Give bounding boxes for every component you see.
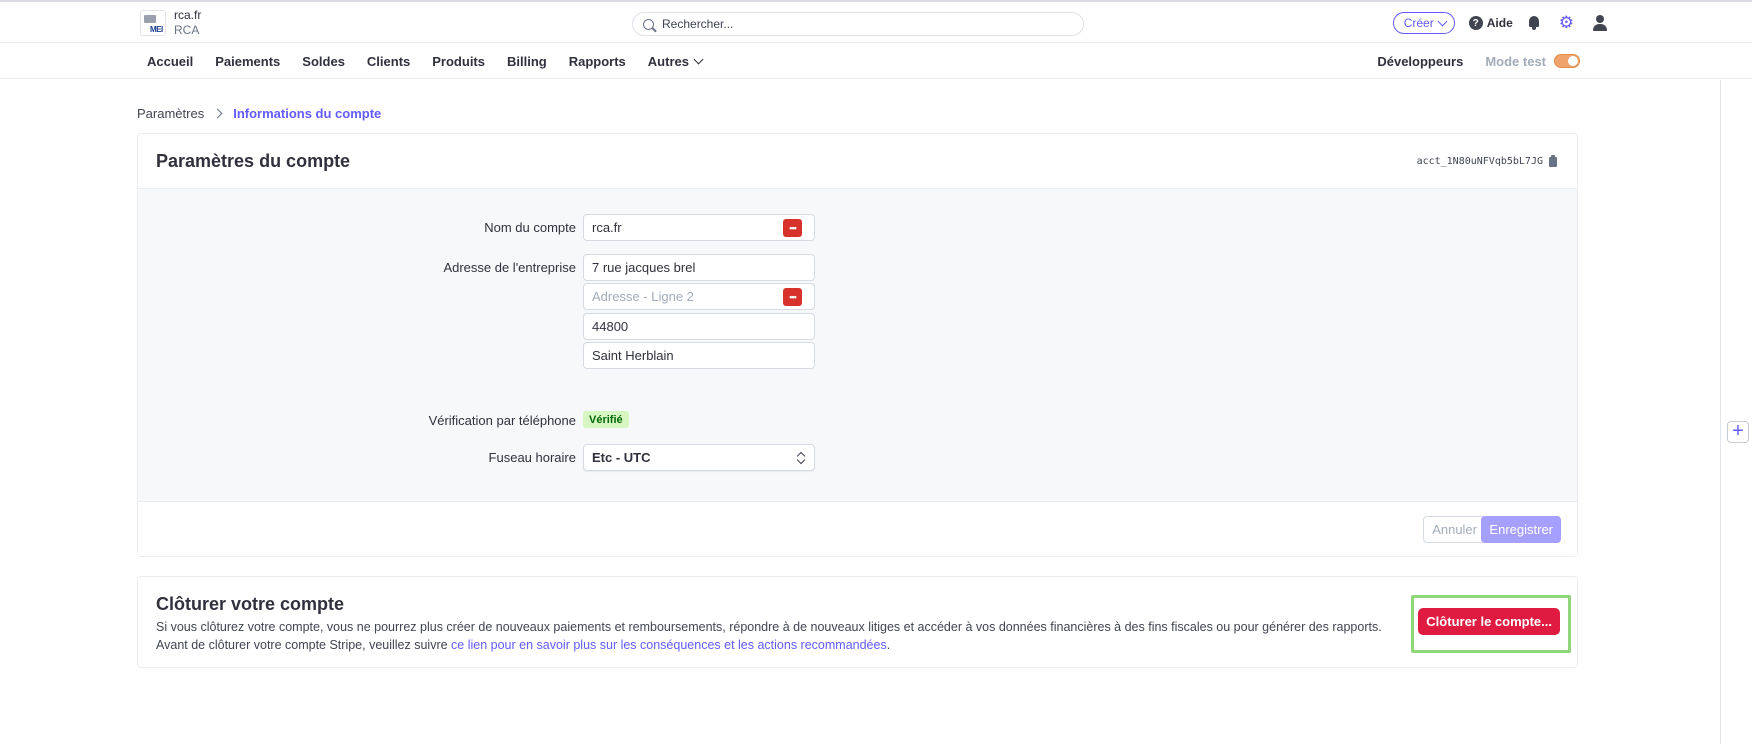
close-account-card: Clôturer votre compte Si vous clôturez v… — [137, 576, 1578, 668]
account-id-text: acct_1N80uNFVqb5bL7JG — [1416, 156, 1543, 167]
create-button[interactable]: Créer — [1392, 12, 1455, 34]
address-label: Adresse de l'entreprise — [443, 260, 576, 275]
nav-item-rapports[interactable]: Rapports — [569, 54, 626, 69]
clipboard-icon[interactable] — [1549, 154, 1557, 167]
nav-item-autres[interactable]: Autres — [647, 53, 704, 69]
top-bar: MEI rca.fr RCA Créer ? Aide ⚙ — [0, 0, 1752, 42]
nav-item-soldes[interactable]: Soldes — [302, 54, 345, 69]
help-label: Aide — [1486, 16, 1513, 30]
nav-item-accueil[interactable]: Accueil — [147, 54, 193, 69]
plus-icon[interactable]: + — [1727, 421, 1749, 443]
address-line2-input[interactable] — [592, 289, 772, 304]
developers-link[interactable]: Développeurs — [1377, 54, 1463, 69]
nav-item-autres-label: Autres — [647, 53, 689, 69]
page-title: Paramètres du compte — [156, 151, 351, 171]
timezone-value: Etc - UTC — [592, 450, 651, 465]
search-icon — [643, 18, 654, 30]
nav-item-billing[interactable]: Billing — [507, 54, 547, 69]
help-icon: ? — [1468, 16, 1483, 30]
close-account-text-end: . — [886, 638, 891, 652]
account-name-field[interactable]: ••• — [583, 214, 815, 241]
chevron-right-icon — [212, 108, 223, 119]
nav-item-produits[interactable]: Produits — [432, 54, 485, 69]
account-logo-text: MEI — [150, 25, 163, 34]
account-id[interactable]: acct_1N80uNFVqb5bL7JG — [1416, 154, 1557, 167]
account-name: rca.fr — [174, 8, 202, 22]
main-nav: Accueil Paiements Soldes Clients Produit… — [0, 42, 1752, 79]
search-input[interactable] — [662, 17, 1062, 31]
address-line1-field[interactable] — [583, 254, 815, 281]
settings-footer: Annuler Enregistrer — [138, 501, 1577, 556]
city-input[interactable] — [592, 348, 772, 363]
right-panel-divider — [1720, 80, 1721, 744]
account-switcher[interactable]: MEI rca.fr RCA — [140, 8, 201, 38]
nav-item-clients[interactable]: Clients — [367, 54, 410, 69]
close-account-button[interactable]: Clôturer le compte... — [1418, 608, 1560, 635]
account-name-label: Nom du compte — [484, 220, 576, 235]
account-logo: MEI — [140, 10, 166, 36]
breadcrumb-current[interactable]: Informations du compte — [233, 106, 381, 121]
postal-code-field[interactable] — [583, 313, 815, 340]
cancel-button[interactable]: Annuler — [1423, 516, 1486, 543]
close-account-description: Si vous clôturez votre compte, vous ne p… — [156, 618, 1386, 654]
breadcrumb: Paramètres Informations du compte — [137, 106, 381, 121]
postal-code-input[interactable] — [592, 319, 772, 334]
password-manager-icon[interactable]: ••• — [783, 288, 802, 306]
account-settings-card: Paramètres du compte acct_1N80uNFVqb5bL7… — [137, 133, 1578, 557]
phone-verification-label: Vérification par téléphone — [428, 413, 576, 428]
city-field[interactable] — [583, 342, 815, 369]
chevron-down-icon — [693, 54, 704, 64]
bell-icon[interactable] — [1527, 15, 1541, 31]
account-subname: RCA — [174, 23, 200, 37]
timezone-label: Fuseau horaire — [488, 450, 576, 465]
help-button[interactable]: ? Aide — [1468, 16, 1513, 30]
address-line1-input[interactable] — [592, 260, 772, 275]
test-mode-label: Mode test — [1485, 53, 1546, 69]
settings-form: Nom du compte ••• Adresse de l'entrepris… — [138, 189, 1577, 501]
breadcrumb-parent[interactable]: Paramètres — [137, 106, 204, 121]
address-line2-field[interactable]: ••• — [583, 283, 815, 310]
select-arrows-icon — [798, 452, 804, 464]
save-button[interactable]: Enregistrer — [1481, 516, 1561, 543]
nav-item-paiements[interactable]: Paiements — [215, 54, 280, 69]
timezone-select[interactable]: Etc - UTC — [583, 444, 815, 471]
gear-icon[interactable]: ⚙ — [1559, 14, 1574, 31]
user-icon[interactable] — [1592, 15, 1608, 31]
test-mode-toggle[interactable] — [1554, 54, 1580, 68]
create-button-label: Créer — [1403, 16, 1434, 30]
learn-more-link[interactable]: ce lien pour en savoir plus sur les cons… — [451, 638, 887, 652]
search-bar[interactable] — [632, 12, 1084, 36]
status-badge: Vérifié — [583, 411, 629, 428]
close-account-title: Clôturer votre compte — [156, 594, 345, 614]
account-name-input[interactable] — [592, 220, 772, 235]
password-manager-icon[interactable]: ••• — [783, 219, 802, 237]
chevron-down-icon — [1437, 16, 1448, 26]
